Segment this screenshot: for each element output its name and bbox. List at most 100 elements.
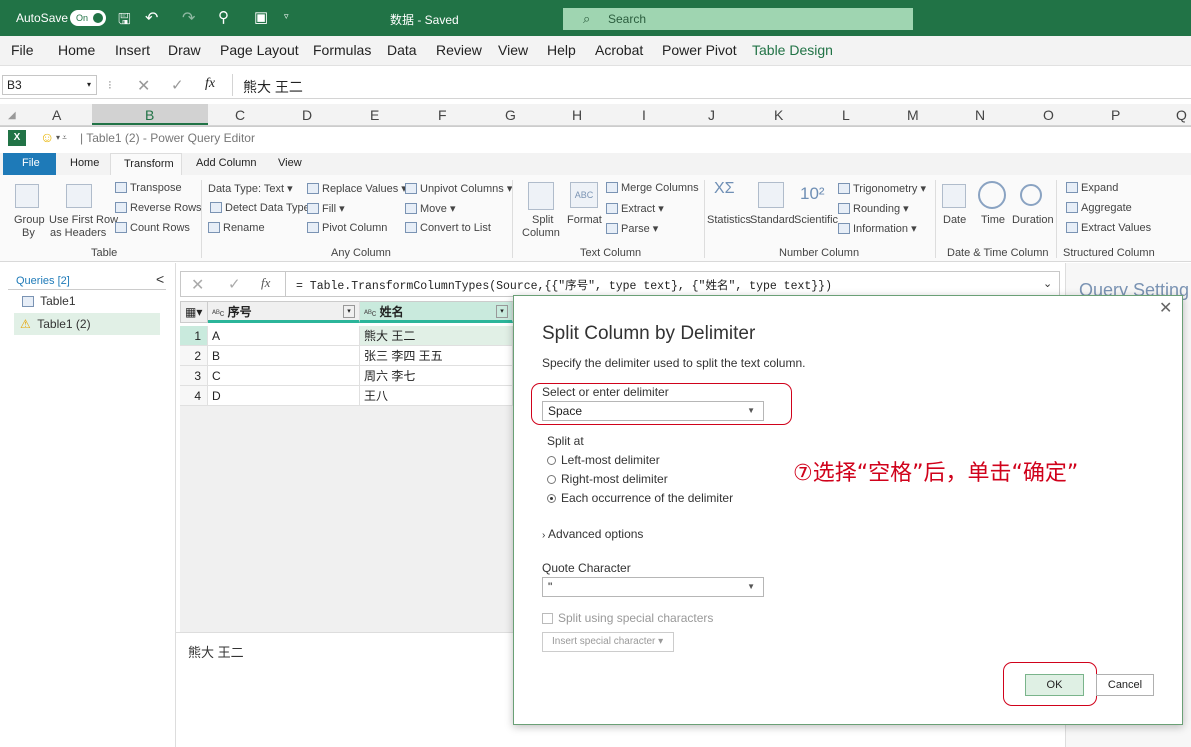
split-column-label-2[interactable]: Column [522,227,560,239]
function-icon[interactable]: fx [261,275,270,291]
fill-button[interactable]: Fill ▾ [307,202,345,215]
table-cell[interactable]: C [208,366,360,386]
time-button[interactable]: Time [981,214,1005,226]
col-header[interactable]: O [1043,107,1054,123]
standard-button[interactable]: Standard [750,214,795,226]
pq-formula-text[interactable]: = Table.TransformColumnTypes(Source,{{"序… [296,277,832,293]
table-menu-icon[interactable]: ▦▾ [180,301,208,323]
statistics-button[interactable]: Statistics [707,214,751,226]
chevron-down-icon[interactable]: ▾ ⩡ [56,133,67,143]
menu-page-layout[interactable]: Page Layout [220,42,299,58]
enter-icon[interactable]: ✓ [171,76,184,94]
scientific-button[interactable]: Scientific [794,214,838,226]
col-header[interactable]: J [708,107,715,123]
search-box[interactable]: ⌕ Search [563,8,913,30]
column-header-name[interactable]: ᴬᴮc 姓名 ▾ [360,301,513,323]
cancel-button[interactable]: Cancel [1096,674,1154,696]
table-cell[interactable]: 周六 李七 [360,366,513,386]
ok-button[interactable]: OK [1025,674,1084,696]
duration-button[interactable]: Duration [1012,214,1054,226]
insert-special-button[interactable]: Insert special character ▾ [542,632,674,652]
menu-acrobat[interactable]: Acrobat [595,42,643,58]
menu-table-design[interactable]: Table Design [752,42,833,58]
row-number[interactable]: 1 [180,326,208,346]
menu-help[interactable]: Help [547,42,576,58]
col-header[interactable]: M [907,107,919,123]
select-all-icon[interactable]: ◢ [8,110,16,121]
expand-button[interactable]: Expand [1066,182,1118,194]
first-row-label[interactable]: Use First Row [49,214,118,226]
table-cell[interactable]: A [208,326,360,346]
cancel-icon[interactable]: ✕ [137,76,150,96]
col-header[interactable]: K [774,107,783,123]
col-header[interactable]: A [52,107,61,123]
radio-each-occurrence[interactable]: Each occurrence of the delimiter [547,491,733,505]
formula-value[interactable]: 熊大 王二 [243,77,303,97]
table-cell[interactable]: D [208,386,360,406]
special-chars-checkbox[interactable]: Split using special characters [542,611,713,625]
touch-mode-icon[interactable]: ⚲ [218,8,229,26]
replace-values-button[interactable]: Replace Values ▾ [307,182,407,195]
date-button[interactable]: Date [943,214,966,226]
col-header[interactable]: D [302,107,312,123]
save-icon[interactable]: 🖫 [118,9,131,34]
col-header[interactable]: F [438,107,447,123]
unpivot-button[interactable]: Unpivot Columns ▾ [405,182,512,195]
menu-home[interactable]: Home [58,42,95,58]
col-header[interactable]: I [642,107,646,123]
name-box[interactable]: B3 ▾ [2,75,97,95]
quote-select[interactable]: " ▼ [542,577,764,597]
table-cell-selected[interactable]: 熊大 王二 [360,326,513,346]
transpose-button[interactable]: Transpose [115,182,182,194]
tab-home[interactable]: Home [70,157,99,169]
first-row-label-2[interactable]: as Headers [50,227,106,239]
data-type-dropdown[interactable]: Data Type: Text ▾ [208,182,293,195]
col-header[interactable]: Q [1176,107,1187,123]
menu-formulas[interactable]: Formulas [313,42,371,58]
col-header[interactable]: E [370,107,379,123]
row-number[interactable]: 2 [180,346,208,366]
convert-list-button[interactable]: Convert to List [405,222,491,234]
menu-insert[interactable]: Insert [115,42,150,58]
merge-columns-button[interactable]: Merge Columns [606,182,699,194]
collapse-icon[interactable]: < [156,271,164,287]
confirm-icon[interactable]: ✓ [228,275,241,293]
format-button[interactable]: Format [567,214,602,226]
qat-dropdown-icon[interactable]: ▿ [284,11,289,22]
col-header[interactable]: L [842,107,850,123]
tab-transform[interactable]: Transform [110,153,182,176]
delimiter-select[interactable]: Space ▼ [542,401,764,421]
parse-button[interactable]: Parse ▾ [606,222,658,235]
information-button[interactable]: Information ▾ [838,222,917,235]
rounding-button[interactable]: Rounding ▾ [838,202,909,215]
reverse-rows-button[interactable]: Reverse Rows [115,202,202,214]
aggregate-button[interactable]: Aggregate [1066,202,1132,214]
table-cell[interactable]: B [208,346,360,366]
radio-right-most[interactable]: Right-most delimiter [547,472,668,486]
document-title[interactable]: 数据 - Saved [390,11,459,28]
advanced-options-toggle[interactable]: › Advanced options [542,527,643,541]
count-rows-button[interactable]: Count Rows [115,222,190,234]
group-by-label[interactable]: Group [14,214,45,226]
close-icon[interactable]: ✕ [1159,298,1172,318]
rename-button[interactable]: Rename [208,222,265,234]
tab-add-column[interactable]: Add Column [196,157,257,169]
filter-dropdown-icon[interactable]: ▾ [343,305,355,318]
function-icon[interactable]: fx [205,76,215,92]
cancel-icon[interactable]: ✕ [191,275,204,295]
detect-type-button[interactable]: Detect Data Type [210,202,310,214]
extract-button[interactable]: Extract ▾ [606,202,664,215]
menu-data[interactable]: Data [387,42,417,58]
tab-view[interactable]: View [278,157,302,169]
menu-review[interactable]: Review [436,42,482,58]
group-by-label-2[interactable]: By [22,227,35,239]
move-button[interactable]: Move ▾ [405,202,455,215]
table-cell[interactable]: 张三 李四 王五 [360,346,513,366]
col-header[interactable]: C [235,107,245,123]
tab-file[interactable]: File [3,153,56,175]
smiley-icon[interactable]: ☺ [40,129,54,145]
col-header[interactable]: B [145,107,154,123]
trigonometry-button[interactable]: Trigonometry ▾ [838,182,926,195]
menu-file[interactable]: File [11,42,34,58]
col-header[interactable]: G [505,107,516,123]
